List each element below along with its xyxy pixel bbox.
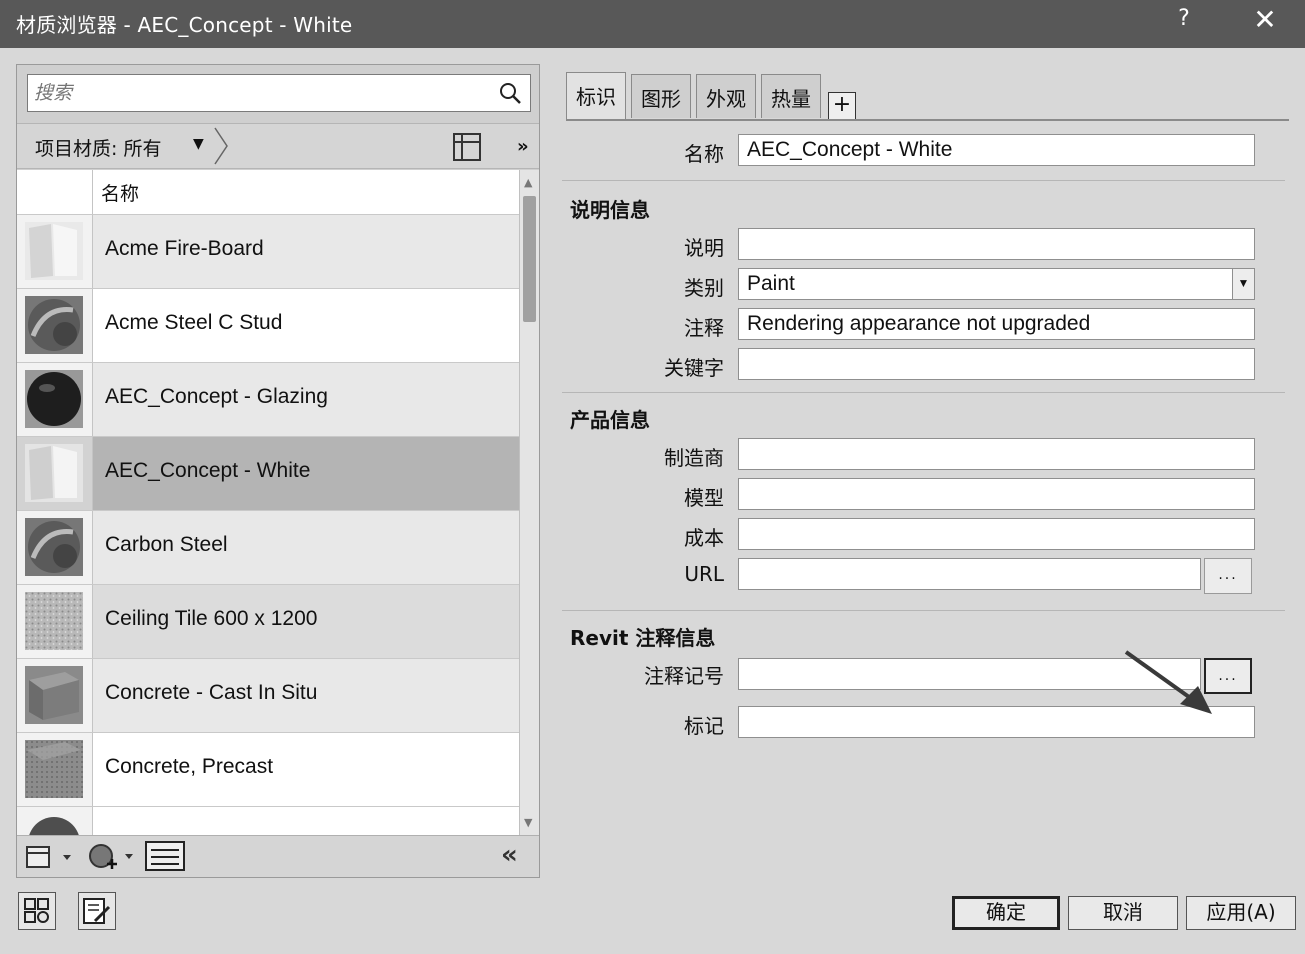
tab-identity[interactable]: 标识 — [566, 72, 626, 120]
keynote-label: 注释记号 — [644, 664, 724, 688]
precast-cube-icon — [25, 740, 83, 798]
list-item[interactable]: AEC_Concept - Glazing — [17, 362, 519, 437]
help-button[interactable]: ? — [1172, 6, 1196, 31]
close-button[interactable]: ✕ — [1250, 4, 1280, 36]
comments-label: 注释 — [684, 316, 724, 340]
list-scrollbar[interactable]: ▲ ▼ — [519, 170, 539, 835]
collapse-panel-button[interactable]: « — [501, 840, 518, 870]
mark-label: 标记 — [684, 714, 724, 738]
list-item[interactable]: Ceiling Tile 600 x 1200 — [17, 584, 519, 659]
apply-button[interactable]: 应用(A) — [1186, 896, 1296, 930]
name-label: 名称 — [684, 142, 724, 166]
project-materials-filter: 项目材质: 所有 ▼ » — [17, 123, 539, 169]
list-item[interactable]: Acme Steel C Stud — [17, 288, 519, 363]
list-item-partial[interactable] — [17, 806, 519, 835]
material-list: 名称 Acme Fire-Board Acme Steel C Stud AEC… — [17, 170, 519, 835]
edit-asset-button[interactable] — [78, 892, 116, 930]
glazing-sphere-icon — [25, 370, 83, 428]
category-select[interactable]: Paint ▼ — [738, 268, 1255, 300]
tab-divider — [566, 119, 1289, 121]
material-editor-icon[interactable] — [145, 841, 185, 871]
manufacturer-label: 制造商 — [664, 446, 724, 470]
product-section-title: 产品信息 — [570, 408, 650, 432]
cancel-button[interactable]: 取消 — [1068, 896, 1178, 930]
library-toolbar: « — [17, 835, 539, 877]
open-library-icon[interactable] — [25, 843, 75, 871]
material-name: Acme Steel C Stud — [105, 311, 283, 334]
asset-grid-icon — [24, 898, 49, 923]
material-name: Concrete, Precast — [105, 755, 274, 778]
material-name: Ceiling Tile 600 x 1200 — [105, 607, 318, 630]
scroll-up-icon[interactable]: ▲ — [524, 176, 532, 189]
concrete-cube-icon — [25, 666, 83, 724]
material-name: AEC_Concept - Glazing — [105, 385, 328, 408]
url-label: URL — [684, 562, 724, 586]
name-field[interactable]: AEC_Concept - White — [738, 134, 1255, 166]
material-browser-dialog: 项目材质: 所有 ▼ » 名称 Acme — [0, 48, 1305, 954]
sphere-partial-icon — [29, 817, 79, 835]
tab-thermal[interactable]: 热量 — [761, 74, 821, 118]
edit-document-icon — [83, 898, 111, 924]
add-tab-button[interactable]: + — [828, 92, 856, 120]
list-item[interactable]: Acme Fire-Board — [17, 214, 519, 289]
search-icon[interactable] — [498, 81, 522, 105]
thumbnail-column-header — [17, 170, 93, 214]
create-material-icon[interactable] — [87, 842, 137, 870]
window-title: 材质浏览器 - AEC_Concept - White — [16, 13, 353, 37]
comments-field[interactable]: Rendering appearance not upgraded — [738, 308, 1255, 340]
url-browse-button[interactable]: ... — [1204, 558, 1252, 594]
keywords-field[interactable] — [738, 348, 1255, 380]
list-item[interactable]: Carbon Steel — [17, 510, 519, 585]
chevron-down-icon[interactable]: ▼ — [1232, 269, 1254, 299]
white-board-swatch-icon — [25, 444, 83, 502]
search-box[interactable] — [27, 74, 531, 112]
url-field[interactable] — [738, 558, 1201, 590]
model-label: 模型 — [684, 486, 724, 510]
title-bar: 材质浏览器 - AEC_Concept - White ? ✕ — [0, 0, 1305, 48]
revit-section-title: Revit 注释信息 — [570, 626, 716, 650]
steel-sphere-icon — [25, 296, 83, 354]
tab-graphics[interactable]: 图形 — [631, 74, 691, 118]
breadcrumb-chevron-icon — [214, 127, 228, 165]
cost-label: 成本 — [684, 526, 724, 550]
material-name: AEC_Concept - White — [105, 459, 311, 482]
material-properties-panel: 标识 图形 外观 热量 + 名称 AEC_Concept - White 说明信… — [548, 64, 1289, 878]
filter-label[interactable]: 项目材质: 所有 — [35, 134, 161, 161]
category-label: 类别 — [684, 276, 724, 300]
model-field[interactable] — [738, 478, 1255, 510]
pointer-arrow-icon — [1124, 650, 1212, 714]
search-input[interactable] — [34, 79, 484, 107]
view-options-icon[interactable] — [453, 133, 481, 161]
steel-sphere-icon — [25, 518, 83, 576]
column-header-name[interactable]: 名称 — [101, 179, 139, 206]
fireboard-swatch-icon — [25, 222, 83, 280]
material-assets-button[interactable] — [18, 892, 56, 930]
material-name: Concrete - Cast In Situ — [105, 681, 318, 704]
description-field[interactable] — [738, 228, 1255, 260]
scroll-down-icon[interactable]: ▼ — [524, 816, 532, 829]
ok-button[interactable]: 确定 — [952, 896, 1060, 930]
ceiling-tile-swatch-icon — [25, 592, 83, 650]
category-value: Paint — [747, 272, 795, 295]
list-item-selected[interactable]: AEC_Concept - White — [17, 436, 519, 511]
material-library-panel: 项目材质: 所有 ▼ » 名称 Acme — [16, 64, 540, 878]
description-section-title: 说明信息 — [570, 198, 650, 222]
tab-appearance[interactable]: 外观 — [696, 74, 756, 118]
cost-field[interactable] — [738, 518, 1255, 550]
description-label: 说明 — [684, 236, 724, 260]
scroll-thumb[interactable] — [523, 196, 536, 322]
list-item[interactable]: Concrete, Precast — [17, 732, 519, 807]
material-name: Acme Fire-Board — [105, 237, 264, 260]
filter-dropdown-icon[interactable]: ▼ — [193, 136, 204, 152]
material-name: Carbon Steel — [105, 533, 228, 556]
keywords-label: 关键字 — [664, 356, 724, 380]
list-header: 名称 — [17, 170, 519, 214]
list-item[interactable]: Concrete - Cast In Situ — [17, 658, 519, 733]
manufacturer-field[interactable] — [738, 438, 1255, 470]
expand-more-button[interactable]: » — [517, 136, 529, 157]
